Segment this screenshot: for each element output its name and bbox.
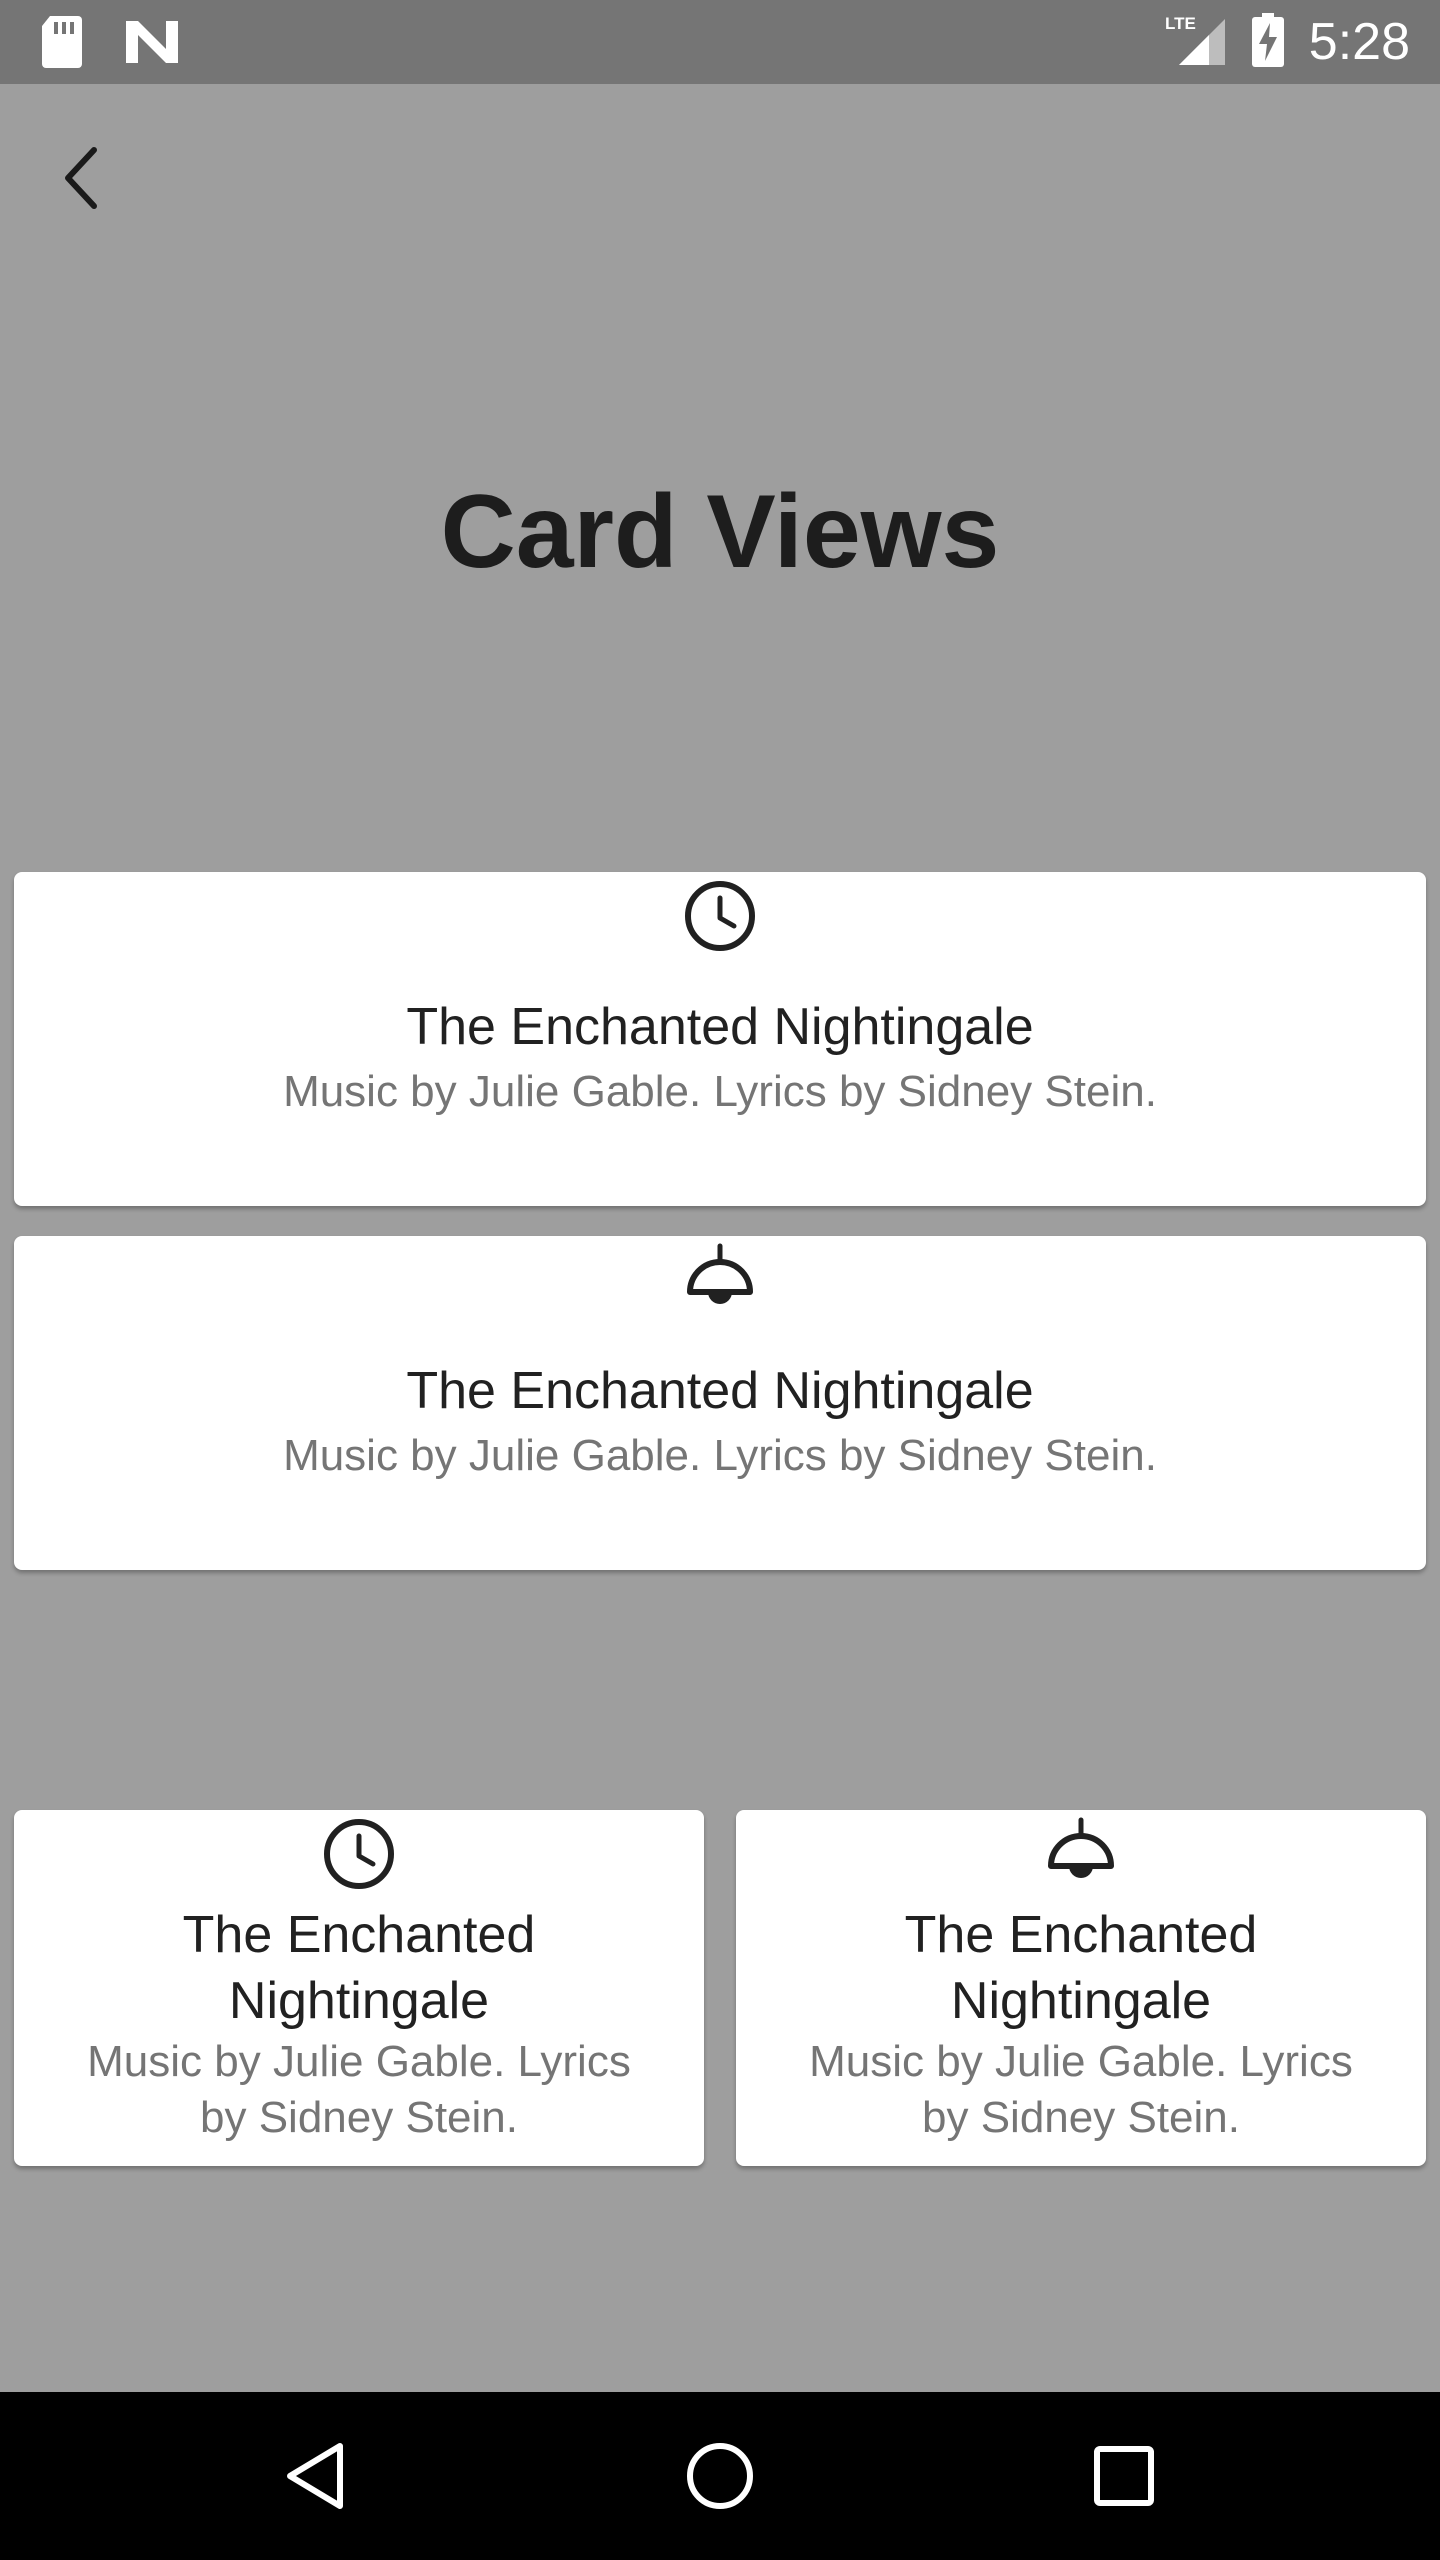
clock-icon — [324, 1819, 394, 1889]
status-time: 5:28 — [1308, 13, 1410, 71]
card-wide-clock[interactable]: The Enchanted Nightingale Music by Julie… — [14, 872, 1426, 1206]
clock-icon — [685, 881, 755, 951]
card-title: The Enchanted Nightingale — [904, 1906, 1258, 2030]
n-logo-icon — [124, 19, 180, 70]
sd-card-icon — [40, 14, 84, 75]
card-title: The Enchanted Nightingale — [406, 1362, 1034, 1420]
card-title: The Enchanted Nightingale — [406, 998, 1034, 1056]
card-subtitle: Music by Julie Gable. Lyrics by Sidney S… — [809, 2037, 1353, 2142]
card-half-lamp[interactable]: The Enchanted Nightingale Music by Julie… — [736, 1810, 1426, 2166]
card-title: The Enchanted Nightingale — [182, 1906, 536, 2030]
lamp-icon — [687, 1243, 753, 1304]
nav-recents-icon — [1094, 2446, 1154, 2506]
nav-back-icon — [287, 2443, 343, 2509]
signal-icon: LTE — [1165, 13, 1227, 72]
chevron-left-icon — [60, 146, 100, 215]
status-bar: LTE 5:28 — [0, 0, 1440, 84]
card-half-clock[interactable]: The Enchanted Nightingale Music by Julie… — [14, 1810, 704, 2166]
status-left-icons — [40, 14, 180, 75]
lamp-icon — [1048, 1817, 1114, 1878]
card-wide-lamp[interactable]: The Enchanted Nightingale Music by Julie… — [14, 1236, 1426, 1570]
status-right-icons: LTE 5:28 — [1165, 0, 1410, 84]
nav-back-button[interactable] — [276, 2436, 356, 2516]
page-title: Card Views — [440, 474, 1000, 590]
card-subtitle: Music by Julie Gable. Lyrics by Sidney S… — [283, 1067, 1157, 1116]
nav-recents-button[interactable] — [1084, 2436, 1164, 2516]
navigation-bar — [0, 2392, 1440, 2560]
svg-text:LTE: LTE — [1165, 14, 1196, 33]
nav-home-icon — [687, 2443, 753, 2509]
card-subtitle: Music by Julie Gable. Lyrics by Sidney S… — [283, 1431, 1157, 1480]
back-button[interactable] — [40, 130, 120, 230]
card-subtitle: Music by Julie Gable. Lyrics by Sidney S… — [87, 2037, 631, 2142]
battery-charging-icon — [1251, 12, 1285, 72]
nav-home-button[interactable] — [680, 2436, 760, 2516]
